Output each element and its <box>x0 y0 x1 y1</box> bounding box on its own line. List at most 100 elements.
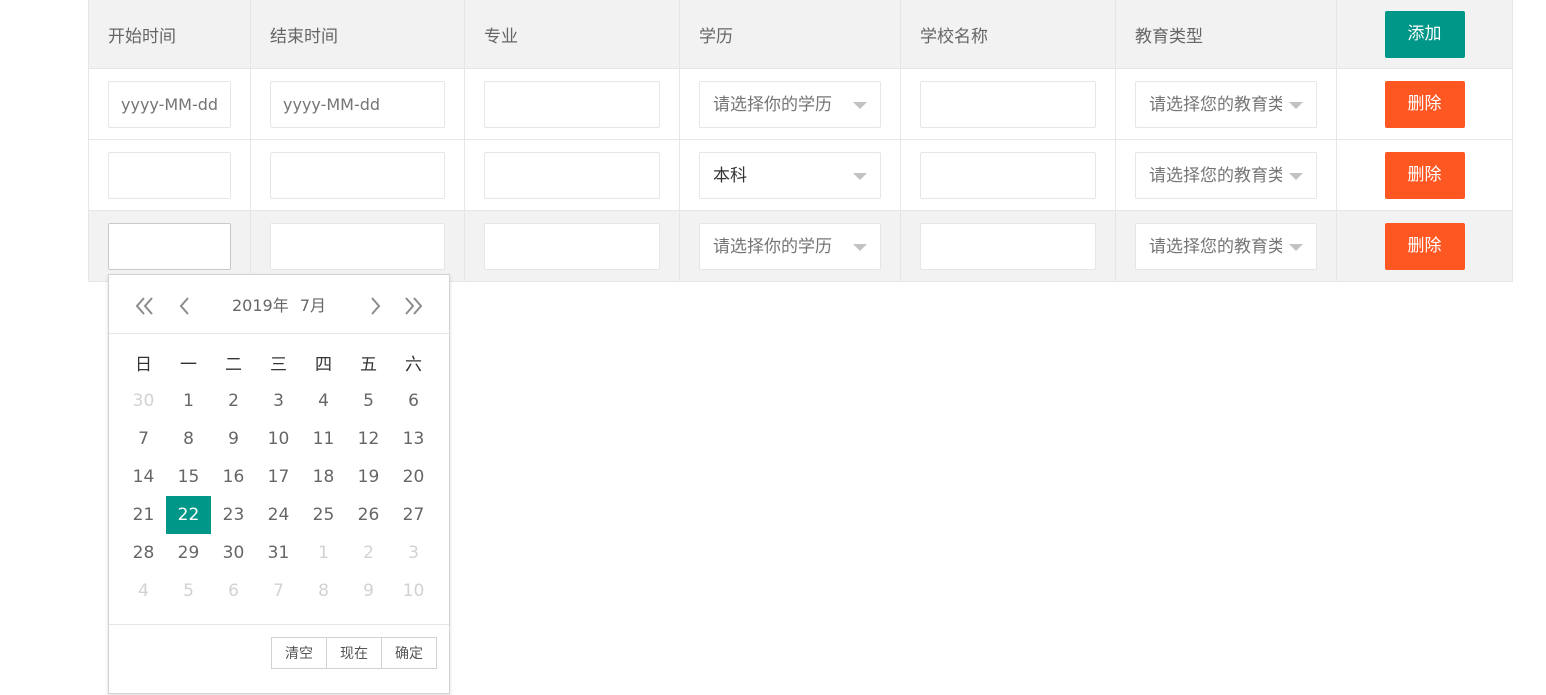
day-cell[interactable]: 17 <box>256 458 301 496</box>
day-cell[interactable]: 31 <box>256 534 301 572</box>
double-chevron-right-icon[interactable] <box>401 294 425 318</box>
day-cell[interactable]: 1 <box>166 382 211 420</box>
date-picker-header: 2019年 7月 <box>109 275 449 334</box>
education-type-placeholder: 请选择您的教育类型 <box>1149 165 1282 186</box>
weekday-label: 一 <box>180 355 197 375</box>
delete-button[interactable]: 删除 <box>1384 80 1465 128</box>
school-name-input[interactable] <box>920 151 1096 199</box>
start-date-input-active[interactable] <box>108 222 231 270</box>
day-cell[interactable]: 25 <box>301 496 346 534</box>
day-cell[interactable]: 9 <box>211 420 256 458</box>
weekday-label: 六 <box>405 355 422 375</box>
education-type-placeholder: 请选择您的教育类型 <box>1149 236 1282 257</box>
major-input[interactable] <box>484 151 660 199</box>
education-table: 开始时间 结束时间 专业 学历 学校名称 教育类型 添加 请选择你的学历 <box>88 0 1513 282</box>
start-date-input[interactable] <box>108 151 231 199</box>
degree-select[interactable]: 本科 <box>699 151 881 199</box>
degree-select[interactable]: 请选择你的学历 <box>699 80 881 128</box>
header-school-name: 学校名称 <box>900 0 1116 69</box>
caret-down-icon <box>853 172 867 180</box>
start-date-input[interactable] <box>108 80 231 128</box>
other-month-day-cell[interactable]: 4 <box>121 572 166 610</box>
date-picker-footer: 清空 现在 确定 <box>109 624 449 695</box>
weekday-label: 日 <box>135 355 152 375</box>
day-cell[interactable]: 15 <box>166 458 211 496</box>
education-type-select[interactable]: 请选择您的教育类型 <box>1135 222 1317 270</box>
day-cell[interactable]: 21 <box>121 496 166 534</box>
day-cell[interactable]: 23 <box>211 496 256 534</box>
education-type-select[interactable]: 请选择您的教育类型 <box>1135 80 1317 128</box>
day-cell[interactable]: 19 <box>346 458 391 496</box>
day-cell[interactable]: 7 <box>121 420 166 458</box>
weekday-label: 二 <box>225 355 242 375</box>
day-cell[interactable]: 14 <box>121 458 166 496</box>
table-row: 本科 请选择您的教育类型 删除 <box>88 139 1513 211</box>
day-cell[interactable]: 30 <box>211 534 256 572</box>
selected-day-cell[interactable]: 22 <box>166 496 211 534</box>
degree-select-value: 本科 <box>713 165 747 186</box>
major-input[interactable] <box>484 80 660 128</box>
delete-button[interactable]: 删除 <box>1384 222 1465 270</box>
header-end-time: 结束时间 <box>250 0 465 69</box>
day-cell[interactable]: 27 <box>391 496 436 534</box>
degree-select-placeholder: 请选择你的学历 <box>713 236 832 257</box>
degree-select[interactable]: 请选择你的学历 <box>699 222 881 270</box>
table-header-row: 开始时间 结束时间 专业 学历 学校名称 教育类型 添加 <box>88 0 1513 69</box>
other-month-day-cell[interactable]: 9 <box>346 572 391 610</box>
other-month-day-cell[interactable]: 30 <box>121 382 166 420</box>
day-cell[interactable]: 29 <box>166 534 211 572</box>
degree-select-placeholder: 请选择你的学历 <box>713 94 832 115</box>
day-cell[interactable]: 20 <box>391 458 436 496</box>
school-name-input[interactable] <box>920 80 1096 128</box>
day-cell[interactable]: 12 <box>346 420 391 458</box>
day-cell[interactable]: 10 <box>256 420 301 458</box>
day-cell[interactable]: 4 <box>301 382 346 420</box>
delete-button[interactable]: 删除 <box>1384 151 1465 199</box>
end-date-input[interactable] <box>270 80 445 128</box>
now-button[interactable]: 现在 <box>326 637 382 669</box>
day-cell[interactable]: 5 <box>346 382 391 420</box>
day-cell[interactable]: 28 <box>121 534 166 572</box>
day-cell[interactable]: 16 <box>211 458 256 496</box>
day-cell[interactable]: 26 <box>346 496 391 534</box>
table-row: 请选择你的学历 请选择您的教育类型 删除 <box>88 68 1513 140</box>
day-cell[interactable]: 6 <box>391 382 436 420</box>
major-input[interactable] <box>484 222 660 270</box>
day-cell[interactable]: 24 <box>256 496 301 534</box>
end-date-input[interactable] <box>270 222 445 270</box>
chevron-right-icon[interactable] <box>363 294 387 318</box>
school-name-input[interactable] <box>920 222 1096 270</box>
day-cell[interactable]: 13 <box>391 420 436 458</box>
header-degree: 学历 <box>679 0 901 69</box>
education-type-placeholder: 请选择您的教育类型 <box>1149 94 1282 115</box>
other-month-day-cell[interactable]: 2 <box>346 534 391 572</box>
header-action-cell: 添加 <box>1336 0 1513 69</box>
add-button[interactable]: 添加 <box>1384 10 1465 58</box>
day-cell[interactable]: 8 <box>166 420 211 458</box>
other-month-day-cell[interactable]: 1 <box>301 534 346 572</box>
other-month-day-cell[interactable]: 3 <box>391 534 436 572</box>
weekday-label: 五 <box>360 355 377 375</box>
weekday-label: 四 <box>315 355 332 375</box>
other-month-day-cell[interactable]: 7 <box>256 572 301 610</box>
header-major: 专业 <box>464 0 680 69</box>
day-cell[interactable]: 2 <box>211 382 256 420</box>
day-cell[interactable]: 11 <box>301 420 346 458</box>
caret-down-icon <box>1289 243 1303 251</box>
header-education-type: 教育类型 <box>1115 0 1337 69</box>
end-date-input[interactable] <box>270 151 445 199</box>
clear-button[interactable]: 清空 <box>271 637 327 669</box>
month-select[interactable]: 7月 <box>300 296 326 315</box>
caret-down-icon <box>853 101 867 109</box>
year-select[interactable]: 2019年 <box>232 296 289 315</box>
day-cell[interactable]: 18 <box>301 458 346 496</box>
other-month-day-cell[interactable]: 6 <box>211 572 256 610</box>
other-month-day-cell[interactable]: 8 <box>301 572 346 610</box>
other-month-day-cell[interactable]: 5 <box>166 572 211 610</box>
confirm-button[interactable]: 确定 <box>381 637 437 669</box>
caret-down-icon <box>1289 101 1303 109</box>
weekday-label: 三 <box>270 355 287 375</box>
day-cell[interactable]: 3 <box>256 382 301 420</box>
other-month-day-cell[interactable]: 10 <box>391 572 436 610</box>
education-type-select[interactable]: 请选择您的教育类型 <box>1135 151 1317 199</box>
